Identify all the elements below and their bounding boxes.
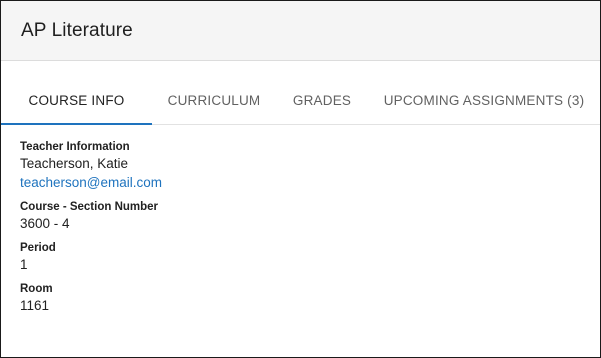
tab-course-info[interactable]: COURSE INFO [1, 76, 152, 125]
period-value: 1 [20, 257, 28, 272]
period-label: Period [20, 242, 56, 254]
teacher-info-section: Teacher Information Teacherson, Katie te… [20, 140, 162, 192]
course-panel: AP Literature COURSE INFO CURRICULUM GRA… [0, 0, 601, 358]
section-number-section: Course - Section Number 3600 - 4 [20, 200, 162, 233]
course-title: AP Literature [21, 19, 133, 41]
room-label: Room [20, 283, 53, 295]
course-header: AP Literature [1, 1, 600, 61]
room-section: Room 1161 [20, 282, 162, 315]
teacher-name: Teacherson, Katie [20, 156, 129, 171]
teacher-info-label: Teacher Information [20, 141, 130, 153]
room-value: 1161 [20, 298, 50, 313]
tab-curriculum[interactable]: CURRICULUM [152, 76, 276, 124]
period-section: Period 1 [20, 241, 162, 274]
section-number-value: 3600 - 4 [20, 216, 70, 231]
teacher-email-link[interactable]: teacherson@email.com [20, 173, 162, 192]
course-info-content: Teacher Information Teacherson, Katie te… [20, 140, 162, 323]
tab-grades[interactable]: GRADES [276, 76, 368, 124]
course-tabs: COURSE INFO CURRICULUM GRADES UPCOMING A… [1, 76, 600, 125]
section-number-label: Course - Section Number [20, 201, 159, 213]
tab-upcoming-assignments[interactable]: UPCOMING ASSIGNMENTS (3) [368, 76, 600, 124]
